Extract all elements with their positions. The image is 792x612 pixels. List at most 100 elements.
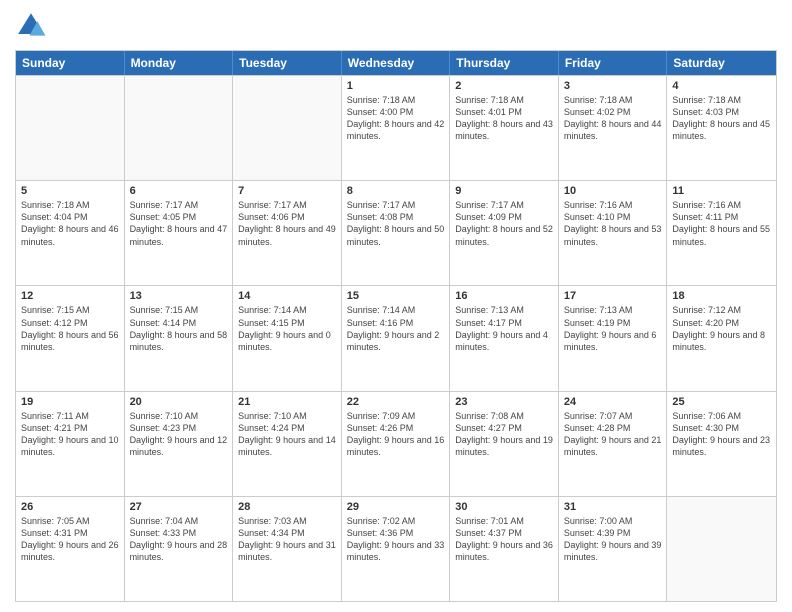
calendar-cell: 11 Sunrise: 7:16 AMSunset: 4:11 PMDayligh… bbox=[667, 181, 776, 285]
calendar-cell: 14 Sunrise: 7:14 AMSunset: 4:15 PMDayligh… bbox=[233, 286, 342, 390]
day-number: 28 bbox=[238, 501, 336, 513]
cell-details: Sunrise: 7:12 AMSunset: 4:20 PMDaylight:… bbox=[672, 304, 771, 353]
calendar-cell: 19Sunrise: 7:11 AMSunset: 4:21 PMDayligh… bbox=[16, 392, 125, 496]
logo bbox=[15, 10, 51, 42]
day-number: 1 bbox=[347, 80, 445, 92]
calendar-cell: 24 Sunrise: 7:07 AMSunset: 4:28 PMDayligh… bbox=[559, 392, 668, 496]
day-number: 21 bbox=[238, 396, 336, 408]
day-number: 23 bbox=[455, 396, 553, 408]
header-cell-saturday: Saturday bbox=[667, 51, 776, 75]
calendar-week-0: 1 Sunrise: 7:18 AMSunset: 4:00 PMDaylight… bbox=[16, 75, 776, 180]
calendar-cell: 30 Sunrise: 7:01 AMSunset: 4:37 PMDayligh… bbox=[450, 497, 559, 601]
cell-details: Sunrise: 7:18 AMSunset: 4:03 PMDaylight:… bbox=[672, 94, 771, 143]
day-number: 19 bbox=[21, 396, 119, 408]
cell-details: Sunrise: 7:15 AMSunset: 4:12 PMDaylight:… bbox=[21, 304, 119, 353]
calendar-cell: 20Sunrise: 7:10 AMSunset: 4:23 PMDayligh… bbox=[125, 392, 234, 496]
calendar-cell: 16Sunrise: 7:13 AMSunset: 4:17 PMDayligh… bbox=[450, 286, 559, 390]
day-number: 30 bbox=[455, 501, 553, 513]
calendar-cell: 1 Sunrise: 7:18 AMSunset: 4:00 PMDaylight… bbox=[342, 76, 451, 180]
calendar-cell: 21 Sunrise: 7:10 AMSunset: 4:24 PMDayligh… bbox=[233, 392, 342, 496]
cell-details: Sunrise: 7:16 AMSunset: 4:10 PMDaylight:… bbox=[564, 199, 662, 248]
day-number: 31 bbox=[564, 501, 662, 513]
calendar-cell: 6 Sunrise: 7:17 AMSunset: 4:05 PMDaylight… bbox=[125, 181, 234, 285]
header-cell-thursday: Thursday bbox=[450, 51, 559, 75]
day-number: 25 bbox=[672, 396, 771, 408]
calendar-cell bbox=[233, 76, 342, 180]
cell-details: Sunrise: 7:18 AMSunset: 4:02 PMDaylight:… bbox=[564, 94, 662, 143]
calendar-week-1: 5Sunrise: 7:18 AMSunset: 4:04 PMDaylight… bbox=[16, 180, 776, 285]
day-number: 18 bbox=[672, 290, 771, 302]
calendar-cell: 18 Sunrise: 7:12 AMSunset: 4:20 PMDayligh… bbox=[667, 286, 776, 390]
cell-details: Sunrise: 7:14 AMSunset: 4:16 PMDaylight:… bbox=[347, 304, 445, 353]
calendar-cell: 8Sunrise: 7:17 AMSunset: 4:08 PMDaylight… bbox=[342, 181, 451, 285]
cell-details: Sunrise: 7:07 AMSunset: 4:28 PMDaylight:… bbox=[564, 410, 662, 459]
cell-details: Sunrise: 7:13 AMSunset: 4:19 PMDaylight:… bbox=[564, 304, 662, 353]
day-number: 16 bbox=[455, 290, 553, 302]
cell-details: Sunrise: 7:15 AMSunset: 4:14 PMDaylight:… bbox=[130, 304, 228, 353]
header-cell-tuesday: Tuesday bbox=[233, 51, 342, 75]
day-number: 2 bbox=[455, 80, 553, 92]
day-number: 3 bbox=[564, 80, 662, 92]
calendar-cell bbox=[667, 497, 776, 601]
cell-details: Sunrise: 7:17 AMSunset: 4:09 PMDaylight:… bbox=[455, 199, 553, 248]
cell-details: Sunrise: 7:18 AMSunset: 4:04 PMDaylight:… bbox=[21, 199, 119, 248]
cell-details: Sunrise: 7:02 AMSunset: 4:36 PMDaylight:… bbox=[347, 515, 445, 564]
day-number: 17 bbox=[564, 290, 662, 302]
calendar-cell bbox=[16, 76, 125, 180]
calendar-cell: 10 Sunrise: 7:16 AMSunset: 4:10 PMDayligh… bbox=[559, 181, 668, 285]
day-number: 26 bbox=[21, 501, 119, 513]
calendar-cell: 26Sunrise: 7:05 AMSunset: 4:31 PMDayligh… bbox=[16, 497, 125, 601]
calendar-cell: 22 Sunrise: 7:09 AMSunset: 4:26 PMDayligh… bbox=[342, 392, 451, 496]
calendar-cell: 23 Sunrise: 7:08 AMSunset: 4:27 PMDayligh… bbox=[450, 392, 559, 496]
calendar-cell: 31Sunrise: 7:00 AMSunset: 4:39 PMDayligh… bbox=[559, 497, 668, 601]
day-number: 22 bbox=[347, 396, 445, 408]
calendar-body: 1 Sunrise: 7:18 AMSunset: 4:00 PMDaylight… bbox=[16, 75, 776, 601]
day-number: 29 bbox=[347, 501, 445, 513]
day-number: 4 bbox=[672, 80, 771, 92]
calendar-cell: 29 Sunrise: 7:02 AMSunset: 4:36 PMDayligh… bbox=[342, 497, 451, 601]
day-number: 24 bbox=[564, 396, 662, 408]
day-number: 10 bbox=[564, 185, 662, 197]
calendar-header-row: SundayMondayTuesdayWednesdayThursdayFrid… bbox=[16, 51, 776, 75]
cell-details: Sunrise: 7:04 AMSunset: 4:33 PMDaylight:… bbox=[130, 515, 228, 564]
cell-details: Sunrise: 7:09 AMSunset: 4:26 PMDaylight:… bbox=[347, 410, 445, 459]
cell-details: Sunrise: 7:17 AMSunset: 4:08 PMDaylight:… bbox=[347, 199, 445, 248]
logo-icon bbox=[15, 10, 47, 42]
header-cell-wednesday: Wednesday bbox=[342, 51, 451, 75]
page: SundayMondayTuesdayWednesdayThursdayFrid… bbox=[0, 0, 792, 612]
cell-details: Sunrise: 7:03 AMSunset: 4:34 PMDaylight:… bbox=[238, 515, 336, 564]
header-cell-sunday: Sunday bbox=[16, 51, 125, 75]
day-number: 15 bbox=[347, 290, 445, 302]
cell-details: Sunrise: 7:10 AMSunset: 4:24 PMDaylight:… bbox=[238, 410, 336, 459]
day-number: 14 bbox=[238, 290, 336, 302]
calendar-cell: 9Sunrise: 7:17 AMSunset: 4:09 PMDaylight… bbox=[450, 181, 559, 285]
cell-details: Sunrise: 7:14 AMSunset: 4:15 PMDaylight:… bbox=[238, 304, 336, 353]
calendar-cell: 4 Sunrise: 7:18 AMSunset: 4:03 PMDaylight… bbox=[667, 76, 776, 180]
cell-details: Sunrise: 7:16 AMSunset: 4:11 PMDaylight:… bbox=[672, 199, 771, 248]
calendar-cell: 3 Sunrise: 7:18 AMSunset: 4:02 PMDaylight… bbox=[559, 76, 668, 180]
header-cell-friday: Friday bbox=[559, 51, 668, 75]
cell-details: Sunrise: 7:17 AMSunset: 4:06 PMDaylight:… bbox=[238, 199, 336, 248]
cell-details: Sunrise: 7:18 AMSunset: 4:01 PMDaylight:… bbox=[455, 94, 553, 143]
calendar-cell: 15 Sunrise: 7:14 AMSunset: 4:16 PMDayligh… bbox=[342, 286, 451, 390]
day-number: 13 bbox=[130, 290, 228, 302]
day-number: 27 bbox=[130, 501, 228, 513]
day-number: 12 bbox=[21, 290, 119, 302]
calendar-cell bbox=[125, 76, 234, 180]
cell-details: Sunrise: 7:18 AMSunset: 4:00 PMDaylight:… bbox=[347, 94, 445, 143]
day-number: 7 bbox=[238, 185, 336, 197]
day-number: 6 bbox=[130, 185, 228, 197]
header bbox=[15, 10, 777, 42]
calendar-cell: 7 Sunrise: 7:17 AMSunset: 4:06 PMDaylight… bbox=[233, 181, 342, 285]
calendar: SundayMondayTuesdayWednesdayThursdayFrid… bbox=[15, 50, 777, 602]
cell-details: Sunrise: 7:17 AMSunset: 4:05 PMDaylight:… bbox=[130, 199, 228, 248]
calendar-cell: 17 Sunrise: 7:13 AMSunset: 4:19 PMDayligh… bbox=[559, 286, 668, 390]
calendar-cell: 12 Sunrise: 7:15 AMSunset: 4:12 PMDayligh… bbox=[16, 286, 125, 390]
header-cell-monday: Monday bbox=[125, 51, 234, 75]
day-number: 20 bbox=[130, 396, 228, 408]
cell-details: Sunrise: 7:08 AMSunset: 4:27 PMDaylight:… bbox=[455, 410, 553, 459]
day-number: 11 bbox=[672, 185, 771, 197]
calendar-week-2: 12 Sunrise: 7:15 AMSunset: 4:12 PMDayligh… bbox=[16, 285, 776, 390]
cell-details: Sunrise: 7:01 AMSunset: 4:37 PMDaylight:… bbox=[455, 515, 553, 564]
calendar-week-4: 26Sunrise: 7:05 AMSunset: 4:31 PMDayligh… bbox=[16, 496, 776, 601]
